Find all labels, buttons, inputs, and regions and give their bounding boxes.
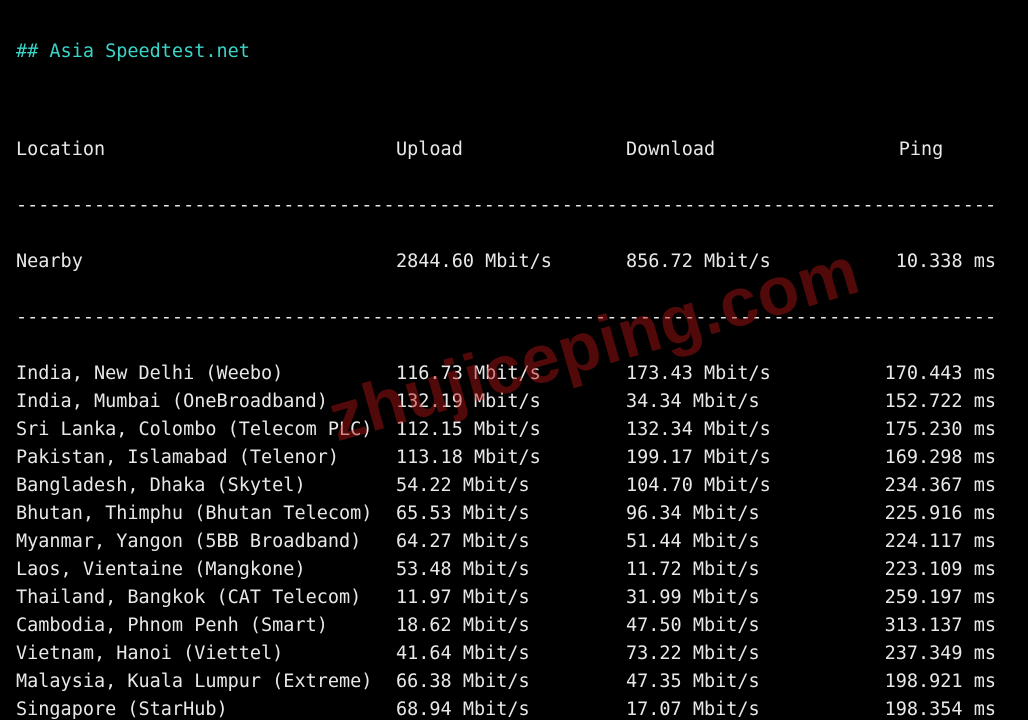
table-row: Bhutan, Thimphu (Bhutan Telecom)65.53 Mb… [16, 500, 1012, 528]
cell-location: India, New Delhi (Weebo) [16, 360, 396, 388]
cell-download: 31.99 Mbit/s [626, 584, 846, 612]
cell-ping: 198.354 ms [846, 696, 996, 720]
cell-upload: 116.73 Mbit/s [396, 360, 626, 388]
section-heading: ## Asia Speedtest.net [16, 38, 1012, 66]
nearby-row: Nearby2844.60 Mbit/s856.72 Mbit/s10.338 … [16, 248, 1012, 276]
cell-upload: 66.38 Mbit/s [396, 668, 626, 696]
cell-location: Bhutan, Thimphu (Bhutan Telecom) [16, 500, 396, 528]
cell-upload: 112.15 Mbit/s [396, 416, 626, 444]
terminal-output: ## Asia Speedtest.net LocationUploadDown… [0, 0, 1028, 720]
cell-ping: 198.921 ms [846, 668, 996, 696]
cell-ping: 224.117 ms [846, 528, 996, 556]
cell-upload: 113.18 Mbit/s [396, 444, 626, 472]
cell-location: India, Mumbai (OneBroadband) [16, 388, 396, 416]
cell-upload: 65.53 Mbit/s [396, 500, 626, 528]
table-row: India, New Delhi (Weebo)116.73 Mbit/s173… [16, 360, 1012, 388]
cell-download: 73.22 Mbit/s [626, 640, 846, 668]
cell-download: 51.44 Mbit/s [626, 528, 846, 556]
table-row: Myanmar, Yangon (5BB Broadband)64.27 Mbi… [16, 528, 1012, 556]
cell-location: Sri Lanka, Colombo (Telecom PLC) [16, 416, 396, 444]
cell-download: 104.70 Mbit/s [626, 472, 846, 500]
cell-download: 132.34 Mbit/s [626, 416, 846, 444]
table-row: Thailand, Bangkok (CAT Telecom)11.97 Mbi… [16, 584, 1012, 612]
cell-download: 47.50 Mbit/s [626, 612, 846, 640]
table-header-row: LocationUploadDownloadPing [16, 136, 1012, 164]
cell-upload: 53.48 Mbit/s [396, 556, 626, 584]
cell-download: 173.43 Mbit/s [626, 360, 846, 388]
cell-location: Thailand, Bangkok (CAT Telecom) [16, 584, 396, 612]
cell-upload: 64.27 Mbit/s [396, 528, 626, 556]
cell-ping: 237.349 ms [846, 640, 996, 668]
cell-download: 47.35 Mbit/s [626, 668, 846, 696]
cell-download: 11.72 Mbit/s [626, 556, 846, 584]
table-row: Sri Lanka, Colombo (Telecom PLC)112.15 M… [16, 416, 1012, 444]
cell-location: Laos, Vientaine (Mangkone) [16, 556, 396, 584]
cell-upload: 54.22 Mbit/s [396, 472, 626, 500]
cell-location: Malaysia, Kuala Lumpur (Extreme) [16, 668, 396, 696]
cell-location: Bangladesh, Dhaka (Skytel) [16, 472, 396, 500]
cell-ping: 152.722 ms [846, 388, 996, 416]
header-upload: Upload [396, 136, 626, 164]
table-row: India, Mumbai (OneBroadband)132.19 Mbit/… [16, 388, 1012, 416]
table-row: Vietnam, Hanoi (Viettel)41.64 Mbit/s73.2… [16, 640, 1012, 668]
cell-upload: 18.62 Mbit/s [396, 612, 626, 640]
cell-ping: 313.137 ms [846, 612, 996, 640]
table-row: Laos, Vientaine (Mangkone)53.48 Mbit/s11… [16, 556, 1012, 584]
cell-ping: 170.443 ms [846, 360, 996, 388]
cell-upload: 41.64 Mbit/s [396, 640, 626, 668]
cell-ping: 234.367 ms [846, 472, 996, 500]
cell-download: 96.34 Mbit/s [626, 500, 846, 528]
cell-upload: 68.94 Mbit/s [396, 696, 626, 720]
cell-download: 199.17 Mbit/s [626, 444, 846, 472]
cell-ping: 259.197 ms [846, 584, 996, 612]
table-row: Singapore (StarHub)68.94 Mbit/s17.07 Mbi… [16, 696, 1012, 720]
divider: ----------------------------------------… [16, 192, 1012, 220]
header-location: Location [16, 136, 396, 164]
cell-download: 17.07 Mbit/s [626, 696, 846, 720]
cell-upload: 2844.60 Mbit/s [396, 248, 626, 276]
results-body: India, New Delhi (Weebo)116.73 Mbit/s173… [16, 360, 1012, 720]
cell-location: Cambodia, Phnom Penh (Smart) [16, 612, 396, 640]
cell-ping: 223.109 ms [846, 556, 996, 584]
header-download: Download [626, 136, 846, 164]
divider: ----------------------------------------… [16, 304, 1012, 332]
cell-upload: 132.19 Mbit/s [396, 388, 626, 416]
cell-ping: 225.916 ms [846, 500, 996, 528]
cell-ping: 169.298 ms [846, 444, 996, 472]
table-row: Cambodia, Phnom Penh (Smart)18.62 Mbit/s… [16, 612, 1012, 640]
cell-ping: 10.338 ms [846, 248, 996, 276]
table-row: Malaysia, Kuala Lumpur (Extreme)66.38 Mb… [16, 668, 1012, 696]
cell-location: Pakistan, Islamabad (Telenor) [16, 444, 396, 472]
cell-location: Myanmar, Yangon (5BB Broadband) [16, 528, 396, 556]
cell-download: 34.34 Mbit/s [626, 388, 846, 416]
cell-location: Singapore (StarHub) [16, 696, 396, 720]
header-ping: Ping [846, 136, 996, 164]
cell-upload: 11.97 Mbit/s [396, 584, 626, 612]
cell-location: Nearby [16, 248, 396, 276]
cell-ping: 175.230 ms [846, 416, 996, 444]
table-row: Bangladesh, Dhaka (Skytel)54.22 Mbit/s10… [16, 472, 1012, 500]
cell-download: 856.72 Mbit/s [626, 248, 846, 276]
cell-location: Vietnam, Hanoi (Viettel) [16, 640, 396, 668]
table-row: Pakistan, Islamabad (Telenor)113.18 Mbit… [16, 444, 1012, 472]
